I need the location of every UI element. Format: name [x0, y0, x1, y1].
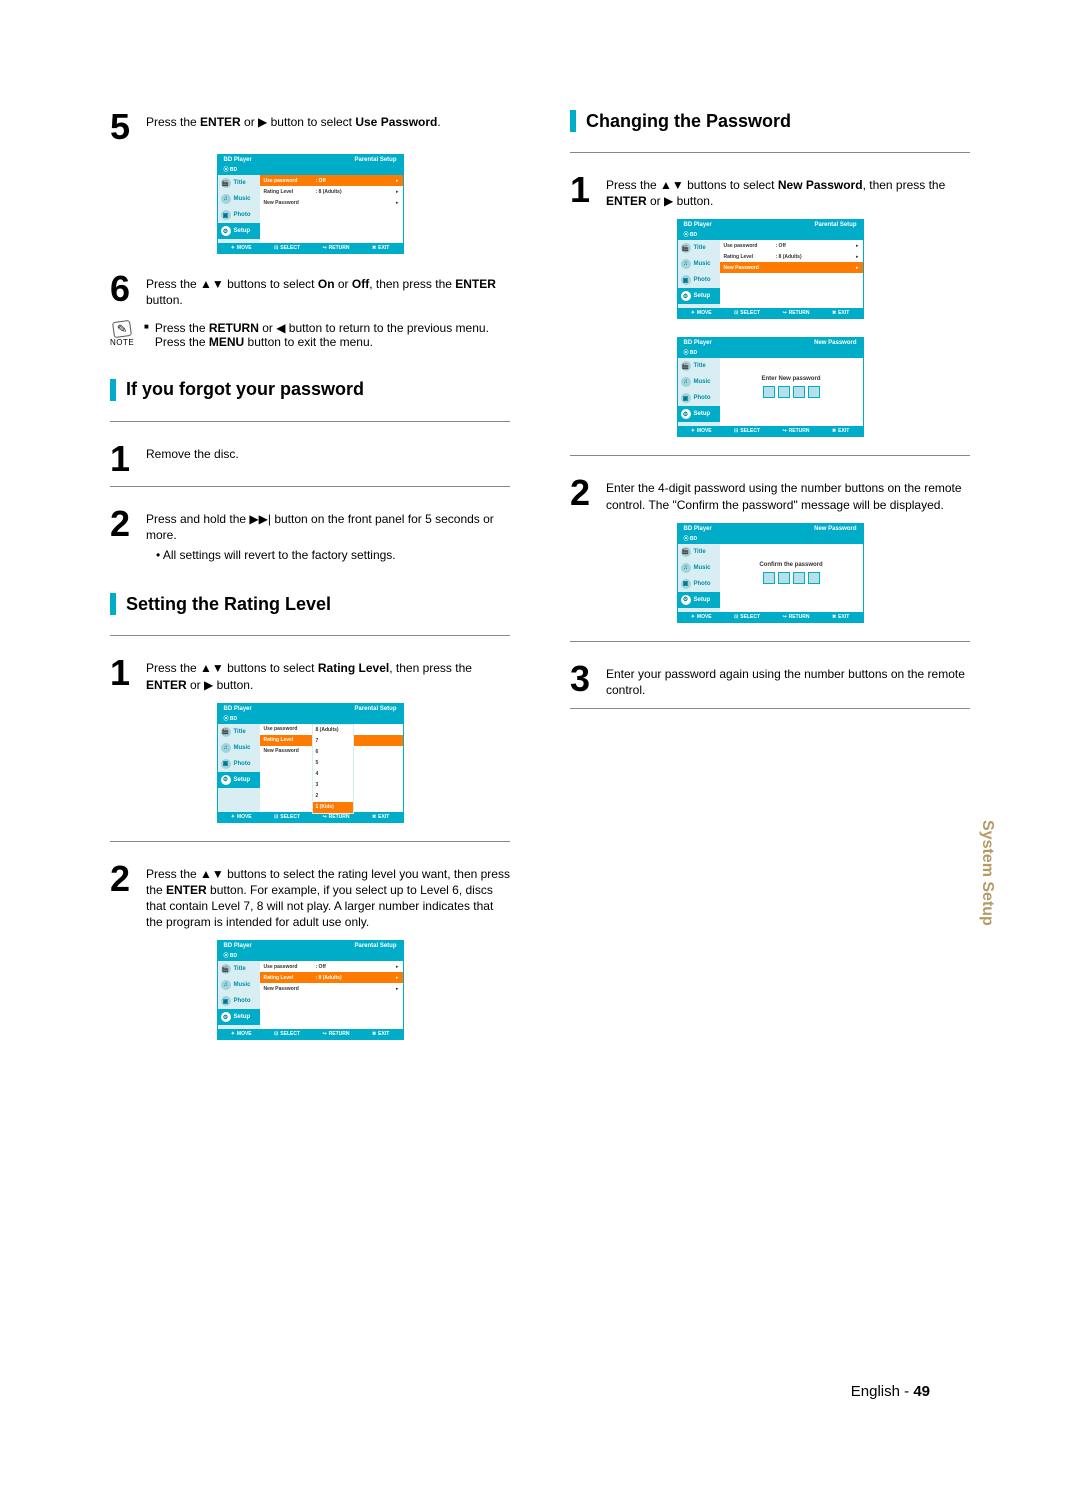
- step-5: 5 Press the ENTER or ▶ button to select …: [110, 110, 510, 144]
- section-bar-icon: [110, 593, 116, 615]
- section-rating-level: Setting the Rating Level: [110, 593, 510, 615]
- section-bar-icon: [570, 110, 576, 132]
- osd-footer: MOVESELECTRETURNEXIT: [218, 243, 403, 253]
- note-block: ✎ NOTE ■Press the RETURN or ◀ button to …: [110, 321, 510, 349]
- play-icon: ▶: [258, 115, 267, 129]
- section-bar-icon: [110, 379, 116, 401]
- osd-new-password-row: BD PlayerParental Setup ⦿ BD 🎬Title ♫Mus…: [677, 219, 864, 319]
- forgot-step-1: 1 Remove the disc.: [110, 442, 510, 476]
- osd-rating-dropdown: BD PlayerParental Setup ⦿ BD 🎬Title ♫Mus…: [217, 703, 404, 823]
- password-boxes: [720, 386, 863, 398]
- page-footer: English - 49: [851, 1383, 930, 1400]
- play-icon: ▶: [664, 194, 673, 208]
- side-tab: System Setup: [978, 820, 996, 926]
- right-column: Changing the Password 1 Press the ▲▼ but…: [570, 110, 970, 1058]
- left-column: 5 Press the ENTER or ▶ button to select …: [110, 110, 510, 1058]
- step-6: 6 Press the ▲▼ buttons to select On or O…: [110, 272, 510, 308]
- step-number: 5: [110, 110, 138, 144]
- disc-icon: ⦿: [224, 167, 229, 173]
- step-text: Press the ENTER or ▶ button to select Us…: [146, 110, 441, 130]
- rating-dropdown: 8 (Adults) 7 6 5 4 3 2 1 (Kids): [312, 724, 354, 814]
- osd-rating-selected: BD PlayerParental Setup ⦿ BD 🎬Title ♫Mus…: [217, 940, 404, 1040]
- note-icon: ✎: [112, 319, 132, 337]
- play-icon: ▶: [204, 678, 213, 692]
- forgot-step-2: 2 Press and hold the ▶▶| button on the f…: [110, 507, 510, 564]
- change-step-1: 1 Press the ▲▼ buttons to select New Pas…: [570, 173, 970, 209]
- osd-confirm-password: BD PlayerNew Password ⦿ BD 🎬Title ♫Music…: [677, 523, 864, 623]
- updown-icon: ▲▼: [200, 277, 224, 291]
- osd-sidebar: 🎬Title ♫Music ▣Photo ⚙Setup: [218, 175, 260, 243]
- updown-icon: ▲▼: [200, 661, 224, 675]
- section-changing-password: Changing the Password: [570, 110, 970, 132]
- updown-icon: ▲▼: [660, 178, 684, 192]
- osd-use-password: BD PlayerParental Setup ⦿ BD 🎬Title ♫Mus…: [217, 154, 404, 254]
- osd-pane: Use password: Off▸ Rating Level: 8 (Adul…: [260, 175, 403, 243]
- rating-step-2: 2 Press the ▲▼ buttons to select the rat…: [110, 862, 510, 931]
- skip-icon: ▶▶|: [249, 512, 271, 526]
- section-forgot-password: If you forgot your password: [110, 379, 510, 401]
- change-step-3: 3 Enter your password again using the nu…: [570, 662, 970, 698]
- osd-enter-new-password: BD PlayerNew Password ⦿ BD 🎬Title ♫Music…: [677, 337, 864, 437]
- change-step-2: 2 Enter the 4-digit password using the n…: [570, 476, 970, 512]
- updown-icon: ▲▼: [200, 867, 224, 881]
- rating-step-1: 1 Press the ▲▼ buttons to select Rating …: [110, 656, 510, 692]
